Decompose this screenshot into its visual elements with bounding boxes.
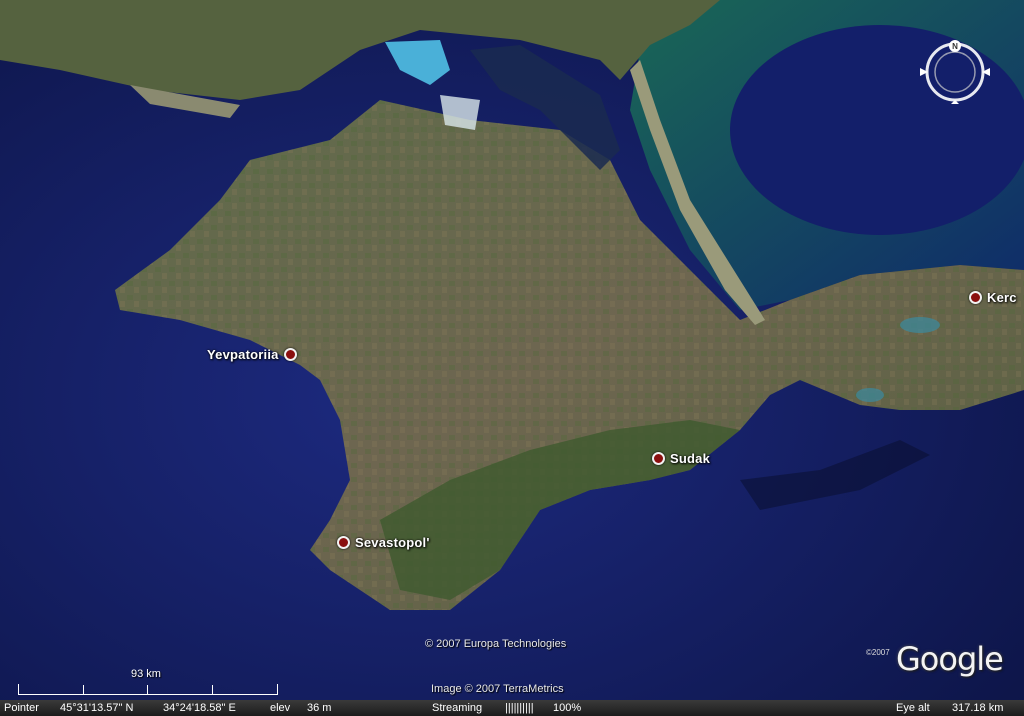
pointer-latitude: 45°31'13.57" N [60, 702, 134, 714]
place-marker-sudak[interactable]: Sudak [652, 451, 710, 466]
logo-text: Google [896, 640, 1004, 678]
scale-tick [147, 685, 148, 694]
place-dot-icon [652, 452, 665, 465]
satellite-map[interactable] [0, 0, 1024, 716]
terrametrics-credit: Image © 2007 TerraMetrics [431, 683, 564, 695]
place-marker-yevpatoriia[interactable]: Yevpatoriia [207, 347, 297, 362]
place-marker-sevastopol[interactable]: Sevastopol' [337, 535, 430, 550]
pointer-longitude: 34°24'18.58" E [163, 702, 236, 714]
pointer-label: Pointer [4, 702, 39, 714]
streaming-label: Streaming [432, 702, 483, 714]
place-label: Yevpatoriia [207, 347, 279, 362]
eye-alt-label: Eye alt [896, 702, 930, 714]
europa-credit: © 2007 Europa Technologies [425, 638, 567, 650]
salt-flat [440, 95, 480, 130]
scale-label: 93 km [131, 668, 161, 680]
streaming-percent: 100% [553, 702, 582, 714]
place-dot-icon [969, 291, 982, 304]
place-label: Sevastopol' [355, 535, 430, 550]
scale-tick [83, 685, 84, 694]
eye-alt-value: 317.18 km [952, 702, 1004, 714]
status-bar: Pointer 45°31'13.57" N 34°24'18.58" E el… [0, 700, 1024, 716]
place-marker-kerch[interactable]: Kerc [969, 290, 1017, 305]
logo-copyright: ©2007 [866, 648, 890, 657]
scale-tick [212, 685, 213, 694]
elevation-label: elev [270, 702, 291, 714]
elevation-value: 36 m [307, 702, 332, 714]
place-dot-icon [337, 536, 350, 549]
scale-bar-line [18, 684, 278, 695]
compass-north-letter: N [952, 42, 958, 51]
kerch-lake [900, 317, 940, 333]
place-label: Kerc [987, 290, 1017, 305]
scale-bar: 93 km [18, 668, 278, 695]
place-dot-icon [283, 348, 297, 361]
place-label: Sudak [670, 451, 711, 466]
compass-navigation-control[interactable]: N [920, 40, 990, 104]
compass-inner-ring [934, 51, 976, 93]
kerch-lake [856, 388, 884, 402]
streaming-progress-bar: |||||||||| [505, 702, 534, 714]
